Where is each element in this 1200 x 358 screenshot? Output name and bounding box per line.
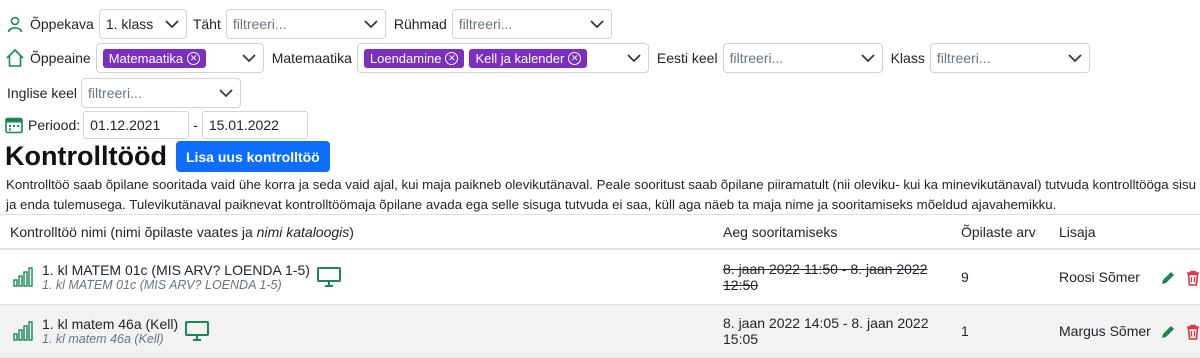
col-name-italic: nimi kataloogis xyxy=(256,223,350,240)
eesti-keel-label: Eesti keel xyxy=(656,50,718,66)
eesti-keel-placeholder: filtreeri... xyxy=(729,50,784,66)
remove-chip-icon[interactable]: ✕ xyxy=(568,51,582,65)
oppekava-label: Õppekava xyxy=(30,16,94,32)
chip-loendamine: Loendamine ✕ xyxy=(363,48,465,68)
bar-chart-icon xyxy=(13,267,33,287)
inglise-keel-label: Inglise keel xyxy=(7,85,78,101)
col-author-header: Lisaja xyxy=(1059,214,1160,250)
chevron-down-icon xyxy=(590,20,604,29)
periood-start-input[interactable]: 01.12.2021 xyxy=(83,111,190,139)
chip-label: Loendamine xyxy=(369,50,442,66)
col-name-prefix: Kontrolltöö nimi (nimi õpilaste vaates j… xyxy=(10,223,257,240)
eesti-keel-select[interactable]: filtreeri... xyxy=(722,43,883,73)
col-actions-header xyxy=(1160,214,1200,250)
test-name[interactable]: 1. kl MATEM 01c (MIS ARV? LOENDA 1-5) xyxy=(42,262,310,278)
taht-select[interactable]: filtreeri... xyxy=(225,9,386,39)
description-text: Kontrolltöö saab õpilane sooritada vaid … xyxy=(6,177,1197,212)
bar-chart-icon xyxy=(13,321,33,341)
kontrolltood-table: Kontrolltöö nimi (nimi õpilaste vaates j… xyxy=(0,214,1200,358)
chevron-down-icon xyxy=(165,20,179,29)
col-name-header: Kontrolltöö nimi (nimi õpilaste vaates j… xyxy=(0,214,723,250)
oppekava-select[interactable]: 1. klass xyxy=(98,9,187,39)
chevron-down-icon xyxy=(364,20,378,29)
actions-cell xyxy=(1160,249,1200,305)
table-header-row: Kontrolltöö nimi (nimi õpilaste vaates j… xyxy=(0,214,1200,250)
page-header: Kontrolltööd Lisa uus kontrolltöö xyxy=(0,141,330,172)
add-kontrolltoo-button[interactable]: Lisa uus kontrolltöö xyxy=(175,141,330,172)
chevron-down-icon xyxy=(242,54,256,63)
table-row[interactable]: 1. kl MATEM 01c (MIS ARV? LOENDA 1-5) 1.… xyxy=(0,249,1200,305)
filter-row-3: Inglise keel filtreeri... xyxy=(0,78,242,108)
trash-icon[interactable] xyxy=(1186,270,1200,286)
periood-row: Periood: 01.12.2021 - 15.01.2022 xyxy=(0,111,308,139)
students-cell: 9 xyxy=(961,249,1059,305)
time-cell: 8. jaan 2022 11:50 - 8. jaan 2022 12:50 xyxy=(723,249,961,305)
test-catalog-name: 1. kl MATEM 01c (MIS ARV? LOENDA 1-5) xyxy=(42,278,282,292)
matemaatika-select[interactable]: Loendamine ✕ Kell ja kalender ✕ xyxy=(356,43,649,73)
ruhmad-placeholder: filtreeri... xyxy=(458,16,513,32)
col-students-header: Õpilaste arv xyxy=(961,214,1059,250)
house-icon xyxy=(5,48,25,68)
chip-kell-ja-kalender: Kell ja kalender ✕ xyxy=(469,48,588,68)
klass-select[interactable]: filtreeri... xyxy=(929,43,1090,73)
pencil-icon[interactable] xyxy=(1160,324,1176,340)
author-cell: Roosi Sõmer xyxy=(1059,249,1160,305)
taht-label: Täht xyxy=(192,16,221,32)
remove-chip-icon[interactable]: ✕ xyxy=(445,51,459,65)
test-name[interactable]: 1. kl matem 46a (Kell) xyxy=(42,316,178,332)
periood-separator: - xyxy=(193,117,198,133)
klass-label: Klass xyxy=(890,50,925,66)
test-catalog-name: 1. kl matem 46a (Kell) xyxy=(42,332,164,346)
chevron-down-icon xyxy=(219,89,233,98)
chevron-down-icon xyxy=(860,54,875,63)
oppeaine-label: Õppeaine xyxy=(30,50,91,66)
taht-placeholder: filtreeri... xyxy=(232,16,287,32)
monitor-icon[interactable] xyxy=(184,320,210,342)
periood-end-input[interactable]: 15.01.2022 xyxy=(201,111,308,139)
periood-label: Periood: xyxy=(28,117,81,133)
chevron-down-icon xyxy=(1068,54,1082,63)
inglise-keel-placeholder: filtreeri... xyxy=(88,85,142,101)
name-cell: 1. kl MATEM 01c (MIS ARV? LOENDA 1-5) 1.… xyxy=(0,249,723,305)
matemaatika-chips: Loendamine ✕ Kell ja kalender ✕ xyxy=(363,48,626,68)
col-name-suffix: ) xyxy=(349,223,354,240)
col-time-header: Aeg sooritamiseks xyxy=(723,214,961,250)
chip-label: Matemaatika xyxy=(108,50,184,66)
remove-chip-icon[interactable]: ✕ xyxy=(187,51,201,65)
oppekava-value: 1. klass xyxy=(105,16,154,32)
matemaatika-label: Matemaatika xyxy=(271,50,352,66)
ruhmad-select[interactable]: filtreeri... xyxy=(451,9,612,39)
oppeaine-chips: Matemaatika ✕ xyxy=(102,48,241,68)
chip-matemaatika: Matemaatika ✕ xyxy=(102,48,207,68)
calendar-icon xyxy=(5,116,23,134)
page-title: Kontrolltööd xyxy=(5,141,167,171)
filter-row-2: Õppeaine Matemaatika ✕ Matemaatika Loenda… xyxy=(0,43,1090,73)
oppeaine-select[interactable]: Matemaatika ✕ xyxy=(95,43,264,73)
trash-icon[interactable] xyxy=(1186,324,1200,340)
chevron-down-icon xyxy=(627,54,641,63)
filter-row-1: Õppekava 1. klass Täht filtreeri... Rühm… xyxy=(0,9,612,39)
klass-placeholder: filtreeri... xyxy=(936,50,991,66)
person-icon xyxy=(6,15,24,33)
ruhmad-label: Rühmad xyxy=(393,16,447,32)
inglise-keel-select[interactable]: filtreeri... xyxy=(81,78,242,108)
pencil-icon[interactable] xyxy=(1160,270,1176,286)
monitor-icon[interactable] xyxy=(316,266,342,288)
chip-label: Kell ja kalender xyxy=(475,50,565,66)
